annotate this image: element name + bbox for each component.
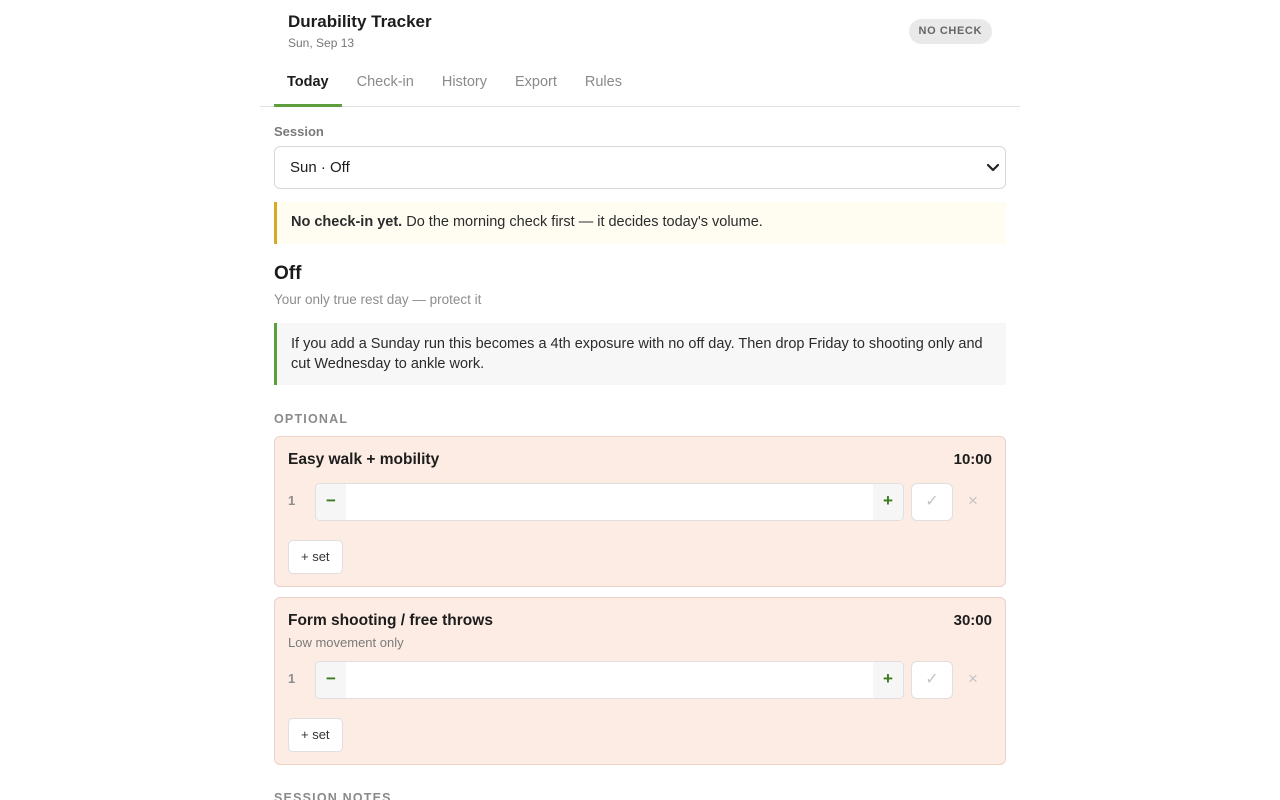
remove-set-button[interactable]: × [964, 670, 982, 688]
app-date: Sun, Sep 13 [288, 36, 355, 50]
add-set-button[interactable]: + set [288, 718, 343, 752]
session-notes-title: SESSION NOTES [274, 791, 392, 800]
tab-export[interactable]: Export [502, 62, 570, 107]
tab-today[interactable]: Today [274, 62, 342, 107]
add-set-button[interactable]: + set [288, 540, 343, 574]
close-icon: × [968, 491, 978, 510]
set-number: 1 [288, 671, 296, 686]
session-select[interactable]: Sun · Off [274, 146, 1006, 189]
tab-rules[interactable]: Rules [572, 62, 635, 107]
decrement-button[interactable]: − [316, 662, 346, 698]
header: Durability Tracker Sun, Sep 13 NO CHECK [274, 0, 1006, 62]
tab-bar: Today Check-in History Export Rules [260, 62, 1020, 107]
complete-set-button[interactable]: ✓ [911, 483, 953, 521]
increment-button[interactable]: + [873, 484, 903, 520]
remove-set-button[interactable]: × [964, 492, 982, 510]
set-stepper[interactable]: − + [315, 661, 904, 699]
warning-text: Do the morning check first — it decides … [402, 214, 763, 230]
optional-section-title: OPTIONAL [274, 412, 349, 426]
exercise-time: 10:00 [953, 451, 992, 468]
chevron-down-icon [986, 163, 1000, 172]
close-icon: × [968, 669, 978, 688]
day-title: Off [274, 263, 302, 284]
set-row: 1 − + ✓ × [288, 661, 992, 699]
tab-history[interactable]: History [429, 62, 500, 107]
check-icon: ✓ [925, 493, 939, 510]
exercise-title: Easy walk + mobility [288, 451, 440, 468]
increment-button[interactable]: + [873, 662, 903, 698]
exercise-subtitle: Low movement only [288, 635, 404, 650]
set-row: 1 − + ✓ × [288, 483, 992, 521]
warning-bold: No check-in yet. [291, 214, 403, 230]
app: Durability Tracker Sun, Sep 13 NO CHECK … [260, 0, 1020, 800]
exercise-time: 30:00 [953, 612, 992, 629]
set-number: 1 [288, 493, 296, 508]
session-select-value: Sun · Off [290, 159, 350, 176]
card-header: Easy walk + mobility 10:00 [288, 450, 992, 470]
exercise-card: Form shooting / free throws 30:00 Low mo… [274, 597, 1006, 765]
check-icon: ✓ [925, 671, 939, 688]
complete-set-button[interactable]: ✓ [911, 661, 953, 699]
status-badge: NO CHECK [908, 19, 992, 44]
exercise-title: Form shooting / free throws [288, 612, 493, 629]
decrement-button[interactable]: − [316, 484, 346, 520]
checkin-warning: No check-in yet. Do the morning check fi… [274, 202, 1006, 244]
tab-check-in[interactable]: Check-in [344, 62, 427, 107]
day-note: If you add a Sunday run this becomes a 4… [274, 323, 1006, 385]
set-stepper[interactable]: − + [315, 483, 904, 521]
day-subtitle: Your only true rest day — protect it [274, 292, 482, 307]
app-title: Durability Tracker [288, 12, 432, 31]
session-label: Session [274, 124, 324, 139]
exercise-card: Easy walk + mobility 10:00 1 − + ✓ × + s… [274, 436, 1006, 587]
card-header: Form shooting / free throws 30:00 [288, 611, 992, 631]
